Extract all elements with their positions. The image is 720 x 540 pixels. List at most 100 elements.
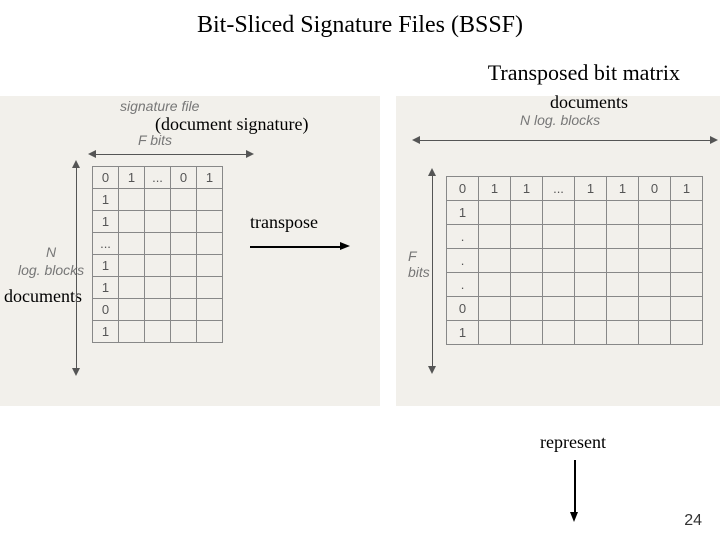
slide-number: 24 — [684, 512, 702, 530]
matrix-cell — [543, 321, 575, 345]
matrix-cell: 1 — [197, 167, 223, 189]
matrix-cell — [575, 225, 607, 249]
f-bits-left: F bits — [138, 132, 172, 148]
matrix-cell: 0 — [447, 297, 479, 321]
matrix-cell — [671, 225, 703, 249]
matrix-cell — [479, 297, 511, 321]
matrix-cell — [171, 189, 197, 211]
matrix-cell: 1 — [575, 177, 607, 201]
matrix-cell — [171, 255, 197, 277]
matrix-cell: 1 — [93, 321, 119, 343]
documents-left-label: documents — [4, 286, 82, 307]
matrix-cell — [197, 277, 223, 299]
matrix-cell — [639, 297, 671, 321]
represent-label: represent — [540, 432, 606, 453]
matrix-cell — [575, 201, 607, 225]
matrix-cell — [607, 321, 639, 345]
matrix-cell — [145, 189, 171, 211]
matrix-cell — [511, 249, 543, 273]
matrix-cell — [511, 297, 543, 321]
log-blocks-left: log. blocks — [18, 262, 84, 278]
matrix-cell: 1 — [479, 177, 511, 201]
matrix-cell: 1 — [671, 177, 703, 201]
matrix-cell — [119, 189, 145, 211]
matrix-cell — [119, 211, 145, 233]
transpose-label: transpose — [250, 212, 318, 233]
matrix-cell — [607, 249, 639, 273]
matrix-cell: 1 — [447, 201, 479, 225]
matrix-cell — [639, 249, 671, 273]
matrix-cell — [639, 201, 671, 225]
matrix-cell: . — [447, 225, 479, 249]
matrix-cell: 0 — [93, 299, 119, 321]
matrix-cell — [119, 233, 145, 255]
signature-file-caption: signature file — [120, 98, 199, 114]
matrix-cell: 1 — [93, 277, 119, 299]
matrix-cell — [639, 273, 671, 297]
matrix-cell — [197, 255, 223, 277]
matrix-cell — [171, 233, 197, 255]
matrix-cell — [543, 201, 575, 225]
matrix-cell — [575, 249, 607, 273]
matrix-cell — [607, 225, 639, 249]
matrix-cell — [511, 225, 543, 249]
matrix-cell: . — [447, 273, 479, 297]
matrix-cell — [575, 273, 607, 297]
matrix-cell — [171, 299, 197, 321]
subtitle: Transposed bit matrix — [488, 60, 680, 86]
matrix-cell — [543, 225, 575, 249]
matrix-cell — [145, 255, 171, 277]
matrix-cell: 1 — [607, 177, 639, 201]
matrix-cell — [543, 297, 575, 321]
matrix-cell — [119, 321, 145, 343]
matrix-cell — [119, 277, 145, 299]
matrix-cell — [671, 249, 703, 273]
matrix-cell: 1 — [119, 167, 145, 189]
matrix-cell — [511, 321, 543, 345]
matrix-cell: 1 — [93, 211, 119, 233]
matrix-cell — [197, 299, 223, 321]
matrix-cell — [119, 299, 145, 321]
matrix-cell — [671, 321, 703, 345]
matrix-cell — [511, 201, 543, 225]
matrix-cell — [171, 211, 197, 233]
matrix-cell: 0 — [93, 167, 119, 189]
matrix-cell — [145, 277, 171, 299]
matrix-cell: ... — [145, 167, 171, 189]
matrix-cell — [145, 233, 171, 255]
matrix-cell: ... — [543, 177, 575, 201]
matrix-cell: ... — [93, 233, 119, 255]
matrix-cell — [543, 249, 575, 273]
matrix-cell — [479, 273, 511, 297]
matrix-cell — [171, 277, 197, 299]
matrix-cell — [145, 321, 171, 343]
matrix-cell — [145, 299, 171, 321]
matrix-cell: 1 — [93, 189, 119, 211]
matrix-cell — [197, 211, 223, 233]
matrix-cell — [671, 273, 703, 297]
matrix-cell — [639, 321, 671, 345]
matrix-cell — [197, 189, 223, 211]
n-left: N — [46, 244, 56, 260]
matrix-cell — [479, 225, 511, 249]
matrix-cell: 1 — [511, 177, 543, 201]
matrix-cell — [575, 321, 607, 345]
matrix-cell — [607, 297, 639, 321]
left-matrix: 01...0111...1101 — [92, 166, 223, 343]
matrix-cell: 1 — [93, 255, 119, 277]
matrix-cell — [171, 321, 197, 343]
f-bits-right: F bits — [408, 248, 430, 280]
matrix-cell — [671, 201, 703, 225]
matrix-cell: 0 — [447, 177, 479, 201]
matrix-cell — [607, 201, 639, 225]
matrix-cell — [119, 255, 145, 277]
doc-signature-label: (document signature) — [155, 114, 308, 135]
n-log-blocks-right: N log. blocks — [520, 112, 600, 128]
matrix-cell — [197, 321, 223, 343]
matrix-cell — [639, 225, 671, 249]
matrix-cell — [543, 273, 575, 297]
matrix-cell — [197, 233, 223, 255]
documents-top-label: documents — [550, 92, 628, 113]
matrix-cell: 0 — [171, 167, 197, 189]
page-title: Bit-Sliced Signature Files (BSSF) — [0, 12, 720, 39]
